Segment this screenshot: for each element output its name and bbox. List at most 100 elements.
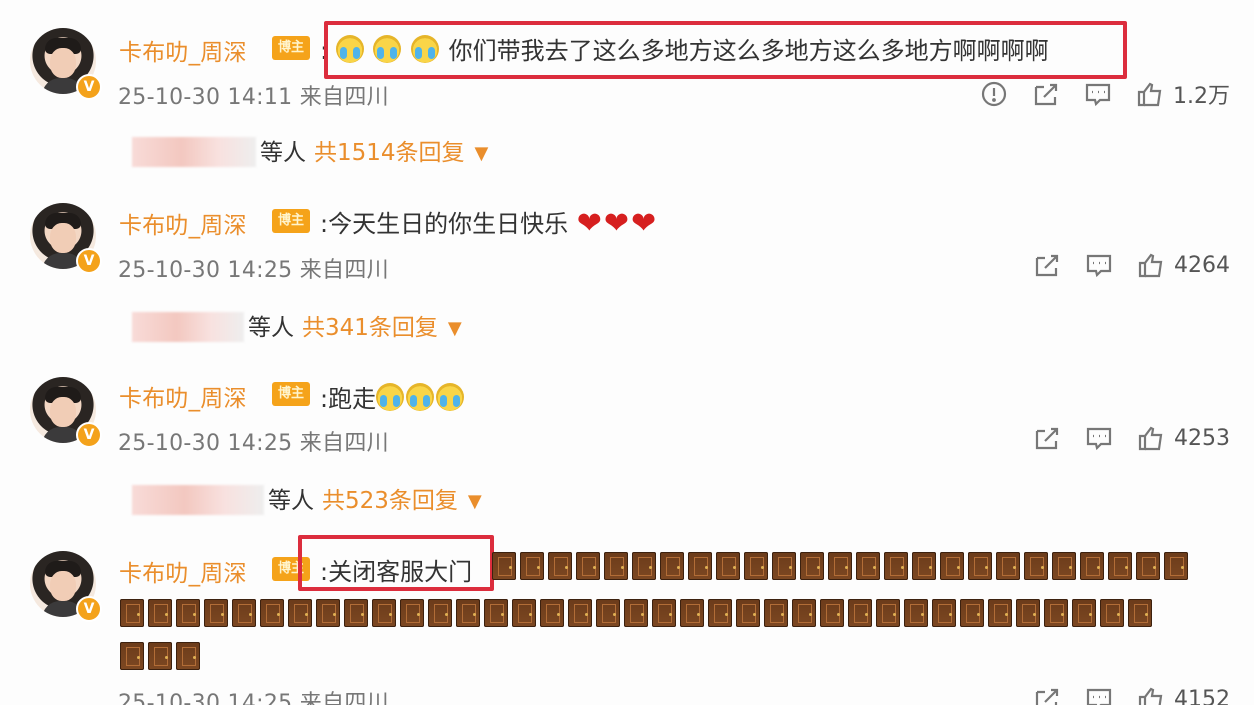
reply-count[interactable]: 共1514条回复: [314, 140, 465, 166]
door-emoji-icon: [176, 642, 200, 670]
door-emoji-row: [120, 599, 1230, 627]
door-emoji-icon: [764, 599, 788, 627]
username[interactable]: 卡布叻_周深: [119, 379, 247, 413]
comment-content: :关闭客服大门: [320, 552, 472, 587]
comment-text: :关闭客服大门: [320, 558, 473, 586]
door-emoji-icon: [604, 552, 628, 580]
username[interactable]: 卡布叻_周深: [119, 554, 247, 588]
door-emoji-icon: [1072, 599, 1096, 627]
reply-summary[interactable]: 等人 共341条回复 ▼: [132, 308, 462, 342]
share-icon: [1035, 254, 1059, 277]
comment-meta: 25-10-30 14:25 来自四川: [118, 425, 389, 457]
door-emoji-icon: [680, 599, 704, 627]
door-emoji-icon: [1108, 552, 1132, 580]
door-emoji-icon: [232, 599, 256, 627]
door-emoji-icon: [632, 552, 656, 580]
door-emoji-icon: [204, 599, 228, 627]
thumbs-up-icon: [1138, 687, 1163, 705]
comment-icon: [1086, 688, 1112, 705]
comment-button[interactable]: [1083, 80, 1113, 108]
door-emoji-icon: [484, 599, 508, 627]
share-button[interactable]: [1032, 424, 1062, 452]
door-emoji-icon: [372, 599, 396, 627]
door-emoji-icon: [960, 599, 984, 627]
door-emoji-icon: [1080, 552, 1104, 580]
comment-content: : 你们带我去了这么多地方这么多地方这么多地方啊啊啊啊: [320, 31, 1049, 66]
comment-button[interactable]: [1084, 685, 1114, 705]
reply-summary[interactable]: 等人 共1514条回复 ▼: [132, 133, 488, 167]
comment-text: 你们带我去了这么多地方这么多地方这么多地方啊啊啊啊: [448, 37, 1049, 65]
door-emoji-icon: [820, 599, 844, 627]
comment-text: :今天生日的你生日快乐: [320, 210, 569, 238]
door-emoji-row: [120, 642, 1230, 670]
reply-count[interactable]: 共341条回复: [302, 315, 438, 341]
door-emoji-icon: [120, 642, 144, 670]
comment-icon: [1085, 83, 1111, 107]
door-emoji-icon: [512, 599, 536, 627]
door-emoji-icon: [316, 599, 340, 627]
comment-button[interactable]: [1084, 251, 1114, 279]
thumbs-up-icon: [1137, 82, 1162, 107]
username[interactable]: 卡布叻_周深: [119, 206, 247, 240]
door-emoji-icon: [520, 552, 544, 580]
colon-prefix: :: [320, 37, 329, 65]
door-emoji-icon: [1136, 552, 1160, 580]
chevron-down-icon[interactable]: ▼: [448, 318, 462, 339]
comment-actions: 4253: [1032, 424, 1230, 452]
door-emoji-icon: [456, 599, 480, 627]
door-emoji-icon: [576, 552, 600, 580]
door-emoji-icon: [1164, 552, 1188, 580]
comment-actions: 4152: [1032, 685, 1230, 705]
comment-button[interactable]: [1084, 424, 1114, 452]
reply-count[interactable]: 共523条回复: [322, 488, 458, 514]
chevron-down-icon[interactable]: ▼: [468, 491, 482, 512]
reply-suffix: 等人: [248, 315, 294, 341]
report-button[interactable]: [979, 80, 1009, 108]
weibo-comments-screenshot: V 卡布叻_周深 博主 : 你们带我去了这么多地方这么多地方这么多地方啊啊啊啊 …: [0, 0, 1254, 705]
username[interactable]: 卡布叻_周深: [119, 33, 247, 67]
location: 来自四川: [299, 258, 389, 283]
door-emoji-icon: [940, 552, 964, 580]
door-emoji-icon: [660, 552, 684, 580]
blogger-badge: 博主: [272, 36, 310, 60]
door-emoji-icon: [716, 552, 740, 580]
door-emoji-icon: [932, 599, 956, 627]
blogger-badge: 博主: [272, 557, 310, 581]
door-emoji-icon: [848, 599, 872, 627]
like-button[interactable]: 1.2万: [1135, 78, 1230, 110]
like-button[interactable]: 4253: [1136, 424, 1230, 452]
verified-v-icon: V: [76, 422, 102, 448]
location: 来自四川: [299, 85, 389, 110]
timestamp: 25-10-30 14:25: [118, 691, 293, 705]
door-emoji-icon: [176, 599, 200, 627]
share-button[interactable]: [1031, 80, 1061, 108]
crying-emoji-icon: [411, 35, 440, 63]
like-count: 4264: [1174, 252, 1230, 278]
thumbs-up-icon: [1138, 253, 1163, 278]
comment-meta: 25-10-30 14:11 来自四川: [118, 79, 389, 111]
door-emoji-icon: [120, 599, 144, 627]
like-button[interactable]: 4152: [1136, 685, 1230, 705]
door-emoji-icon: [624, 599, 648, 627]
blogger-badge: 博主: [272, 382, 310, 406]
like-button[interactable]: 4264: [1136, 251, 1230, 279]
comment-actions: 1.2万: [979, 78, 1230, 110]
door-emoji-icon: [492, 552, 516, 580]
door-emoji-icon: [148, 599, 172, 627]
red-heart-icon: ❤: [631, 206, 657, 241]
share-button[interactable]: [1032, 685, 1062, 705]
verified-v-icon: V: [76, 248, 102, 274]
crying-emoji-icon: [376, 383, 405, 411]
comment-text: :跑走: [320, 385, 377, 413]
comment-icon: [1086, 254, 1112, 278]
reply-summary[interactable]: 等人 共523条回复 ▼: [132, 481, 482, 515]
door-emoji-icon: [736, 599, 760, 627]
like-count: 4253: [1174, 425, 1230, 451]
door-emoji-icon: [400, 599, 424, 627]
door-emoji-icon: [1052, 552, 1076, 580]
door-emoji-icon: [856, 552, 880, 580]
like-count: 4152: [1174, 686, 1230, 705]
door-emoji-icon: [800, 552, 824, 580]
chevron-down-icon[interactable]: ▼: [475, 143, 489, 164]
share-button[interactable]: [1032, 251, 1062, 279]
